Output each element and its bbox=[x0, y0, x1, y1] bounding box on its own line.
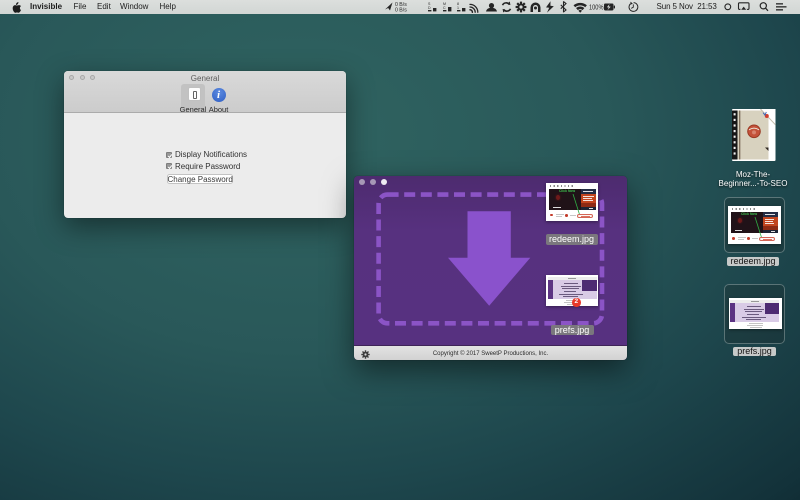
svg-text:100%: 100% bbox=[589, 3, 604, 12]
svg-text:1: 1 bbox=[457, 6, 459, 10]
svg-text:C: C bbox=[443, 6, 446, 10]
svg-text:0 B/s: 0 B/s bbox=[395, 7, 407, 13]
svg-text:D: D bbox=[428, 6, 431, 10]
